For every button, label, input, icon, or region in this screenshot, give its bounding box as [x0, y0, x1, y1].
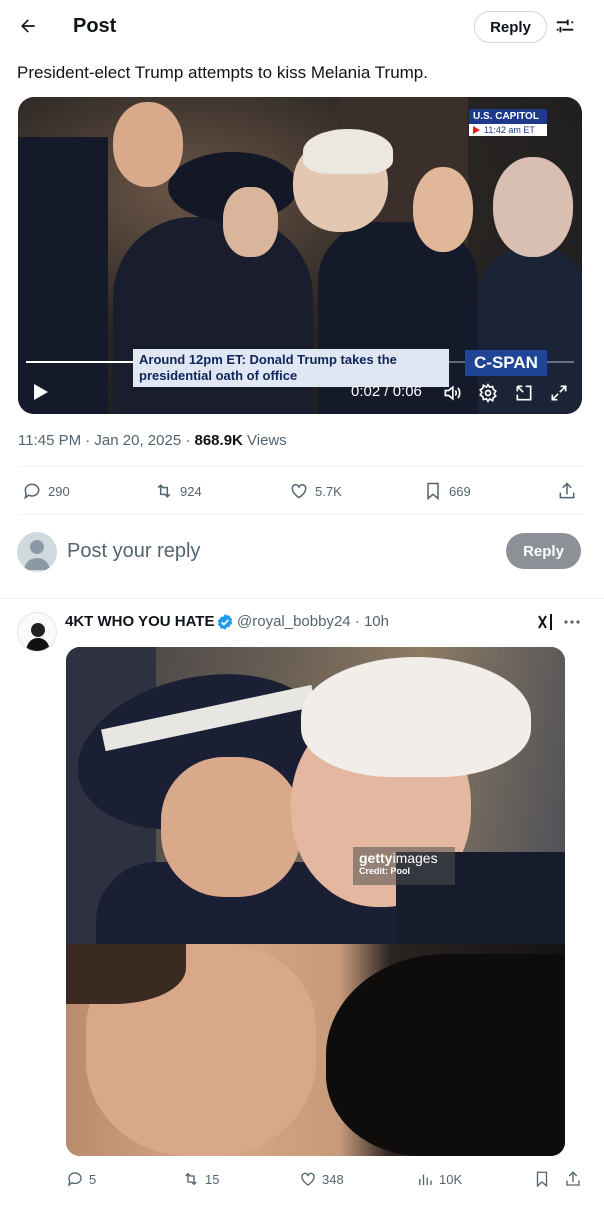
reposts-stat[interactable]: 924 [154, 481, 202, 501]
top-bar: Post Reply [0, 0, 604, 54]
post-text: President-elect Trump attempts to kiss M… [17, 63, 428, 82]
post-meta: 11:45 PM · Jan 20, 2025 · 868.9K Views [18, 432, 287, 449]
video-hair-trump [303, 129, 393, 174]
settings-icon[interactable] [478, 383, 498, 403]
getty-brand-a: getty [359, 850, 393, 866]
post-timestamp: 11:45 PM · Jan 20, 2025 · [18, 432, 195, 449]
fullscreen-icon[interactable] [549, 383, 569, 403]
reposts-count: 924 [180, 483, 202, 499]
bookmark-icon [536, 1171, 548, 1188]
comment-views-count: 10K [439, 1171, 463, 1187]
sliders-icon[interactable] [554, 15, 576, 37]
divider [0, 598, 604, 599]
comment-replies-count: 5 [89, 1171, 97, 1187]
comment-bookmark-button[interactable] [533, 1170, 551, 1188]
heart-icon [301, 1172, 315, 1186]
bookmark-icon [427, 482, 439, 501]
video-face-blonde [413, 167, 473, 252]
getty-brand-b: images [392, 850, 438, 866]
grok-icon[interactable] [537, 612, 555, 632]
commenter-avatar-image [26, 623, 50, 651]
getty-watermark: gettyimages Credit: Pool [353, 847, 455, 885]
volume-icon[interactable] [442, 383, 462, 403]
meme-face-melania [161, 757, 301, 897]
video-figure-left [18, 137, 108, 414]
user-avatar [17, 532, 57, 572]
views-label: Views [242, 432, 287, 449]
meme-hair-trump [301, 657, 531, 777]
comment-likes-count: 348 [322, 1171, 344, 1187]
capitol-time-text: 11:42 am ET [484, 125, 535, 135]
page-title: Post [73, 15, 117, 37]
meme-alien-head [326, 954, 565, 1156]
play-button[interactable] [32, 382, 50, 402]
comment-likes-stat[interactable]: 348 [299, 1170, 344, 1188]
commenter-handle[interactable]: @royal_bobby24 · 10h [237, 613, 389, 630]
reply-submit-button[interactable]: Reply [506, 533, 581, 569]
commenter-name[interactable]: 4KT WHO YOU HATE [65, 613, 214, 630]
video-face-melania [223, 187, 278, 257]
comment-reposts-stat[interactable]: 15 [182, 1170, 219, 1188]
capitol-badge: U.S. CAPITOL 11:42 am ET [469, 109, 547, 136]
repost-icon [157, 484, 171, 498]
replies-stat[interactable]: 290 [22, 481, 70, 501]
heart-icon [291, 483, 307, 499]
cspan-logo: C-SPAN [465, 350, 547, 376]
views-count: 868.9K [194, 432, 243, 449]
reply-icon [24, 483, 40, 500]
video-face-left [113, 102, 183, 187]
comment-reposts-count: 15 [205, 1171, 220, 1187]
reply-icon [67, 1172, 82, 1187]
comment-views-stat[interactable]: 10K [416, 1170, 462, 1188]
meme-kiss-photo: gettyimages Credit: Pool [66, 647, 565, 952]
capitol-badge-time: 11:42 am ET [469, 124, 547, 136]
pip-icon[interactable] [514, 383, 534, 403]
bookmarks-stat[interactable]: 669 [423, 481, 471, 501]
video-time: 0:02 / 0:06 [351, 383, 422, 400]
more-options-icon[interactable] [562, 612, 582, 632]
share-icon [559, 482, 575, 499]
video-player[interactable]: U.S. CAPITOL 11:42 am ET Around 12pm ET:… [18, 97, 582, 414]
default-avatar-icon [24, 540, 50, 570]
arrow-left-icon [21, 19, 35, 33]
analytics-icon [419, 1174, 432, 1185]
capitol-badge-title: U.S. CAPITOL [469, 109, 547, 124]
header-reply-button[interactable]: Reply [474, 11, 547, 43]
meme-alien-scene [66, 944, 565, 1156]
likes-stat[interactable]: 5.7K [289, 481, 342, 501]
share-icon [566, 1171, 580, 1186]
share-button[interactable] [557, 481, 577, 501]
repost-icon [185, 1172, 197, 1186]
likes-count: 5.7K [315, 483, 342, 499]
comment-image[interactable]: gettyimages Credit: Pool [66, 647, 565, 1156]
reply-input[interactable]: Post your reply [67, 540, 200, 563]
video-face-biden [493, 157, 573, 257]
lower-third-caption: Around 12pm ET: Donald Trump takes the p… [133, 349, 449, 387]
getty-credit: Credit: Pool [359, 866, 410, 876]
replies-count: 290 [48, 483, 70, 499]
verified-badge-icon [216, 613, 234, 631]
comment-replies-stat[interactable]: 5 [66, 1170, 96, 1188]
commenter-avatar[interactable] [17, 612, 57, 652]
play-icon [34, 384, 48, 400]
back-button[interactable] [14, 12, 42, 40]
bookmarks-count: 669 [449, 483, 471, 499]
divider [18, 514, 584, 515]
comment-share-button[interactable] [564, 1170, 582, 1188]
divider [18, 466, 584, 467]
